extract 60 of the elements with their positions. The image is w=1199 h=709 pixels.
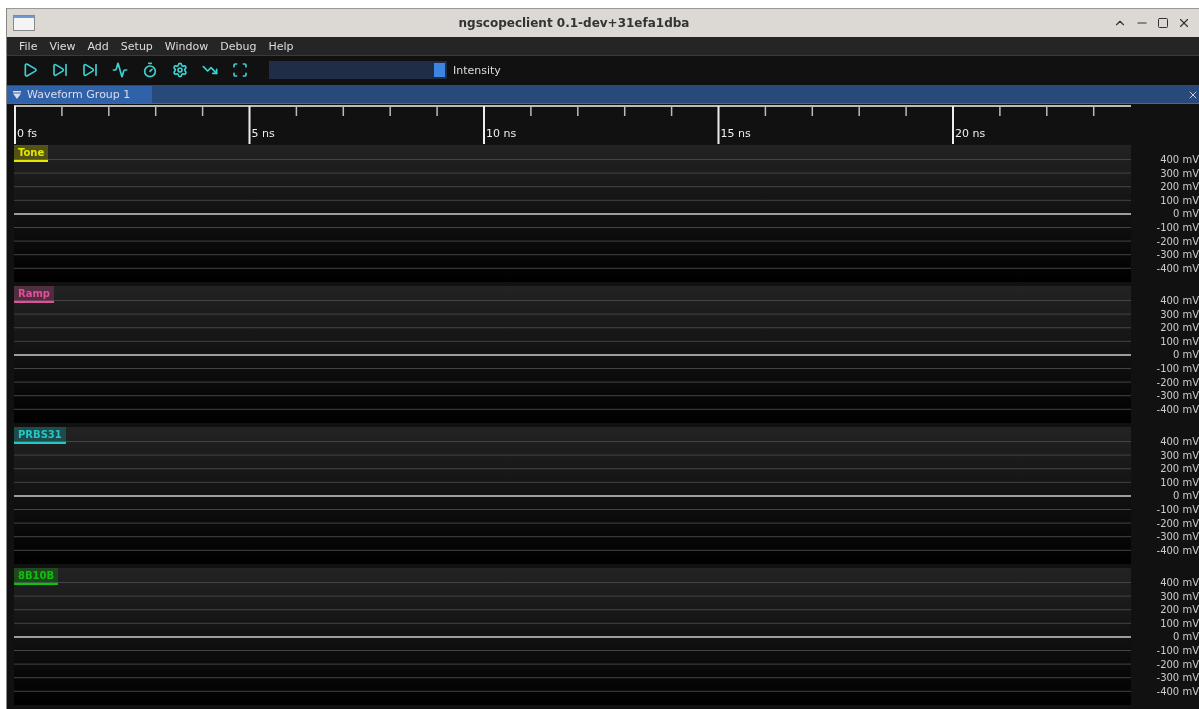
time-label: 0 fs xyxy=(17,127,38,140)
axis-label: 400 mV xyxy=(1160,576,1199,590)
menu-item[interactable]: File xyxy=(13,39,44,53)
group-tab[interactable]: Waveform Group 1 xyxy=(7,86,153,103)
time-label: 10 ns xyxy=(486,127,517,140)
intensity-slider[interactable] xyxy=(269,61,447,79)
axis-label: -400 mV xyxy=(1156,261,1199,276)
axis-label: 200 mV xyxy=(1160,321,1199,335)
menu-item[interactable]: Help xyxy=(262,39,300,53)
maximize-icon[interactable] xyxy=(1157,17,1169,29)
axis-label: 300 mV xyxy=(1160,448,1199,463)
axis-label: -400 mV xyxy=(1156,402,1199,417)
axis-label: -400 mV xyxy=(1156,543,1199,558)
time-label: 5 ns xyxy=(251,127,275,140)
axis-label: 100 mV xyxy=(1160,334,1199,349)
slider-label: Intensity xyxy=(453,63,501,77)
axis-label: -100 mV xyxy=(1156,361,1199,376)
time-label: 20 ns xyxy=(955,127,986,140)
axis-label: 300 mV xyxy=(1160,307,1199,322)
menu-item[interactable]: Window xyxy=(158,39,215,53)
time-label: 15 ns xyxy=(720,127,751,140)
collapse-icon[interactable] xyxy=(13,90,21,99)
axis-label: 400 mV xyxy=(1160,153,1199,167)
axis-label: -400 mV xyxy=(1156,684,1199,699)
axis-label: 200 mV xyxy=(1160,462,1199,476)
axis-label: -200 mV xyxy=(1156,375,1199,390)
axis-label: 0 mV xyxy=(1172,207,1199,221)
menu-item[interactable]: View xyxy=(43,39,82,53)
axis-label: -100 mV xyxy=(1156,220,1199,235)
channel-label[interactable]: Tone xyxy=(14,145,49,162)
axis-label: 100 mV xyxy=(1160,193,1199,208)
slider-thumb[interactable] xyxy=(434,63,445,77)
menu-item[interactable]: Add xyxy=(81,39,115,53)
axis-label: 400 mV xyxy=(1160,435,1199,449)
axis-label: 0 mV xyxy=(1172,630,1199,644)
axis-label: 400 mV xyxy=(1160,294,1199,308)
axis-label: 100 mV xyxy=(1160,475,1199,490)
app-icon xyxy=(13,15,35,31)
axis-label: -300 mV xyxy=(1156,389,1199,403)
axis-label: -300 mV xyxy=(1156,248,1199,262)
axis-label: -200 mV xyxy=(1156,657,1199,672)
axis-label: -200 mV xyxy=(1156,234,1199,249)
axis-label: 100 mV xyxy=(1160,616,1199,631)
axis-label: 300 mV xyxy=(1160,166,1199,181)
axis-label: -100 mV xyxy=(1156,502,1199,517)
axis-label: -100 mV xyxy=(1156,643,1199,658)
axis-label: -300 mV xyxy=(1156,671,1199,685)
axis-label: -300 mV xyxy=(1156,530,1199,544)
axis-label: 200 mV xyxy=(1160,603,1199,617)
axis-label: 0 mV xyxy=(1172,348,1199,362)
channel-label[interactable]: 8B10B xyxy=(14,568,59,585)
channel-label[interactable]: PRBS31 xyxy=(14,427,66,444)
close-icon[interactable] xyxy=(1177,16,1191,30)
menu-item[interactable]: Setup xyxy=(114,39,159,53)
menu-item[interactable]: Debug xyxy=(214,39,263,53)
axis-label: 200 mV xyxy=(1160,180,1199,194)
axis-label: 0 mV xyxy=(1172,489,1199,503)
axis-label: 300 mV xyxy=(1160,589,1199,604)
window-title: ngscopeclient 0.1-dev+31efa1dba xyxy=(457,16,691,30)
axis-label: -200 mV xyxy=(1156,516,1199,531)
